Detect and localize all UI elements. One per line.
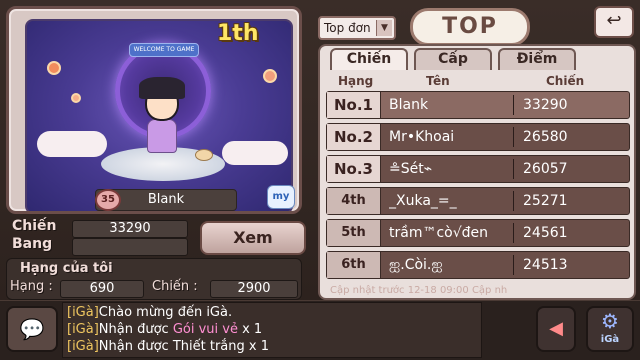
level-badge: 35 xyxy=(95,189,121,211)
update-time-text: Cập nhật trước 12-18 09:00 Cập nh xyxy=(330,285,508,296)
chat-message-tail: x 1 xyxy=(237,322,263,337)
row-rank: 4th xyxy=(327,188,381,214)
cloud-left xyxy=(37,131,107,157)
tab-chien[interactable]: Chiến xyxy=(330,48,408,70)
row-rank: No.2 xyxy=(327,124,381,150)
table-header: Hạng Tên Chiến xyxy=(326,72,630,90)
row-power: 24561 xyxy=(523,225,568,241)
chat-log[interactable]: [iGà]Chào mừng đến iGà. [iGà]Nhận được G… xyxy=(62,302,482,358)
row-power: 25271 xyxy=(523,193,568,209)
row-power: 26057 xyxy=(523,161,568,177)
chat-tag: [iGà] xyxy=(67,339,99,354)
portal-banner: WELCOME TO GAME xyxy=(129,43,199,57)
character-body xyxy=(147,119,177,153)
chat-line: [iGà]Chào mừng đến iGà. xyxy=(67,305,232,320)
divider xyxy=(513,191,514,211)
back-button[interactable]: ↩ xyxy=(594,6,634,38)
tab-cap[interactable]: Cấp xyxy=(414,48,492,70)
chat-bubble-icon[interactable]: 💬 xyxy=(6,306,58,352)
row-name: ஐ.Còi.ஐ xyxy=(389,257,443,273)
row-name: Mr•Khoai xyxy=(389,129,455,145)
header-power: Chiến xyxy=(546,74,585,88)
divider xyxy=(513,223,514,243)
chat-message: Nhận được xyxy=(98,322,173,337)
header-rank: Hạng xyxy=(338,74,374,88)
table-row[interactable]: 6th ஐ.Còi.ஐ 24513 xyxy=(326,251,630,279)
row-power: 24513 xyxy=(523,257,568,273)
hang-value: 690 xyxy=(60,280,144,298)
game-screen: WELCOME TO GAME 1th Blank 35 my Chiến 33… xyxy=(0,0,640,360)
chien-label: Chiến xyxy=(12,218,57,234)
chevron-down-icon: ▼ xyxy=(376,20,392,36)
flower-icon xyxy=(263,69,277,83)
table-row[interactable]: No.1 Blank 33290 xyxy=(326,91,630,119)
divider xyxy=(513,127,514,147)
iga-settings-button[interactable]: ⚙ iGà xyxy=(586,306,634,352)
profile-card: WELCOME TO GAME 1th Blank 35 my xyxy=(6,6,302,214)
table-row[interactable]: No.3 ≗Sét⌁ 26057 xyxy=(326,155,630,183)
top-title: TOP xyxy=(410,8,530,46)
chien2-label: Chiến : xyxy=(152,279,198,294)
bang-value xyxy=(72,238,188,256)
header-name: Tên xyxy=(426,74,450,88)
character-hair xyxy=(139,77,185,99)
my-profile-button[interactable]: my xyxy=(267,185,295,209)
collapse-arrow-button[interactable]: ◀ xyxy=(536,306,576,352)
table-row[interactable]: No.2 Mr•Khoai 26580 xyxy=(326,123,630,151)
chat-item-name: Gói vui vẻ xyxy=(172,322,238,337)
chat-tag: [iGà] xyxy=(67,305,99,320)
divider xyxy=(513,159,514,179)
chien2-value: 2900 xyxy=(210,280,298,298)
table-row[interactable]: 4th _Xuka_=_ 25271 xyxy=(326,187,630,215)
row-name: ≗Sét⌁ xyxy=(389,161,433,177)
hang-label: Hạng : xyxy=(10,279,53,294)
pet-icon xyxy=(195,149,213,161)
top-type-select[interactable]: Top đơn ▼ xyxy=(318,16,396,40)
divider xyxy=(513,255,514,275)
row-name: trầm™cò√đen xyxy=(389,225,489,241)
cloud-right xyxy=(222,141,288,165)
chat-line: [iGà]Nhận được Thiết trắng x 1 xyxy=(67,339,269,354)
table-row[interactable]: 5th trầm™cò√đen 24561 xyxy=(326,219,630,247)
iga-label: iGà xyxy=(600,334,620,345)
xem-button[interactable]: Xem xyxy=(200,221,306,255)
bang-label: Bang xyxy=(12,236,53,252)
flower-icon xyxy=(47,61,61,75)
flower-icon xyxy=(71,93,81,103)
chat-message-tail: Thiết trắng x 1 xyxy=(172,339,269,354)
row-rank: No.1 xyxy=(327,92,381,118)
row-power: 33290 xyxy=(523,97,568,113)
row-rank: 6th xyxy=(327,252,381,278)
my-rank-title: Hạng của tôi xyxy=(20,261,113,276)
top-type-value: Top đơn xyxy=(324,21,371,35)
gear-icon: ⚙ xyxy=(601,309,619,333)
chat-message: Nhận được xyxy=(98,339,173,354)
row-power: 26580 xyxy=(523,129,568,145)
character-scene: WELCOME TO GAME xyxy=(25,19,293,211)
rank-label: 1th xyxy=(217,21,259,46)
row-rank: 5th xyxy=(327,220,381,246)
row-name: _Xuka_=_ xyxy=(389,193,457,209)
chat-line: [iGà]Nhận được Gói vui vẻ x 1 xyxy=(67,322,262,337)
chien-value: 33290 xyxy=(72,220,188,238)
chat-message: Chào mừng đến iGà. xyxy=(98,305,233,320)
row-rank: No.3 xyxy=(327,156,381,182)
divider xyxy=(513,95,514,115)
chat-tag: [iGà] xyxy=(67,322,99,337)
row-name: Blank xyxy=(389,97,429,113)
tab-diem[interactable]: Điểm xyxy=(498,48,576,70)
